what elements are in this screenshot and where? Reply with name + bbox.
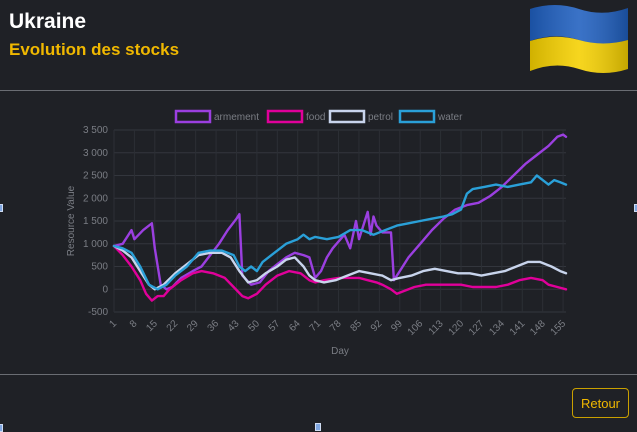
x-tick-label: 92 xyxy=(369,318,385,334)
x-tick-label: 29 xyxy=(185,318,201,334)
x-tick-label: 85 xyxy=(348,318,364,334)
page-title: Ukraine xyxy=(9,10,87,33)
resize-handle-bottom-left[interactable] xyxy=(0,424,3,432)
legend-swatch-water xyxy=(398,109,436,124)
retour-button[interactable]: Retour xyxy=(572,388,629,418)
resize-handle-left[interactable] xyxy=(0,204,3,212)
resize-handle-bottom[interactable] xyxy=(315,423,321,431)
legend-label-armement: armement xyxy=(214,112,259,123)
bottom-divider xyxy=(0,374,637,375)
y-tick-label: -500 xyxy=(88,307,108,318)
legend-label-water: water xyxy=(437,112,463,123)
x-tick-label: 106 xyxy=(406,318,426,338)
x-tick-label: 120 xyxy=(447,318,467,338)
legend-label-food: food xyxy=(306,112,325,123)
x-tick-label: 1 xyxy=(107,318,119,330)
y-axis-title: Resource Value xyxy=(66,185,77,256)
x-axis-title: Day xyxy=(331,346,349,357)
y-tick-label: 500 xyxy=(91,262,108,273)
x-tick-label: 8 xyxy=(128,318,140,330)
ukraine-flag-icon xyxy=(530,5,628,73)
x-tick-label: 64 xyxy=(287,318,303,334)
x-tick-label: 15 xyxy=(144,318,160,334)
x-tick-label: 78 xyxy=(328,318,344,334)
x-tick-label: 127 xyxy=(467,318,487,338)
x-tick-label: 148 xyxy=(528,318,548,338)
x-tick-label: 155 xyxy=(549,318,569,338)
x-tick-label: 57 xyxy=(267,318,283,334)
x-tick-label: 134 xyxy=(487,318,507,338)
x-tick-label: 141 xyxy=(508,318,528,338)
y-tick-label: 2 000 xyxy=(83,193,108,204)
y-tick-label: 0 xyxy=(102,284,108,295)
x-tick-label: 99 xyxy=(389,318,405,334)
y-tick-label: 3 000 xyxy=(83,148,108,159)
legend-swatch-armement xyxy=(174,109,212,124)
y-tick-label: 2 500 xyxy=(83,171,108,182)
stock-line-chart: -50005001 0001 5002 0002 5003 0003 5001 8… xyxy=(66,109,569,357)
x-tick-label: 113 xyxy=(427,318,446,337)
x-tick-label: 36 xyxy=(206,318,222,334)
x-tick-label: 22 xyxy=(165,318,181,334)
series-line-petrol xyxy=(112,244,568,291)
legend-swatch-food xyxy=(266,109,304,124)
x-tick-label: 43 xyxy=(226,318,242,334)
y-tick-label: 1 000 xyxy=(83,239,108,250)
legend-swatch-petrol xyxy=(328,109,366,124)
y-tick-label: 1 500 xyxy=(83,216,108,227)
x-tick-label: 50 xyxy=(246,318,262,334)
page-subtitle: Evolution des stocks xyxy=(9,40,180,59)
legend-label-petrol: petrol xyxy=(368,112,393,123)
x-tick-label: 71 xyxy=(308,318,324,334)
y-tick-label: 3 500 xyxy=(83,125,108,136)
